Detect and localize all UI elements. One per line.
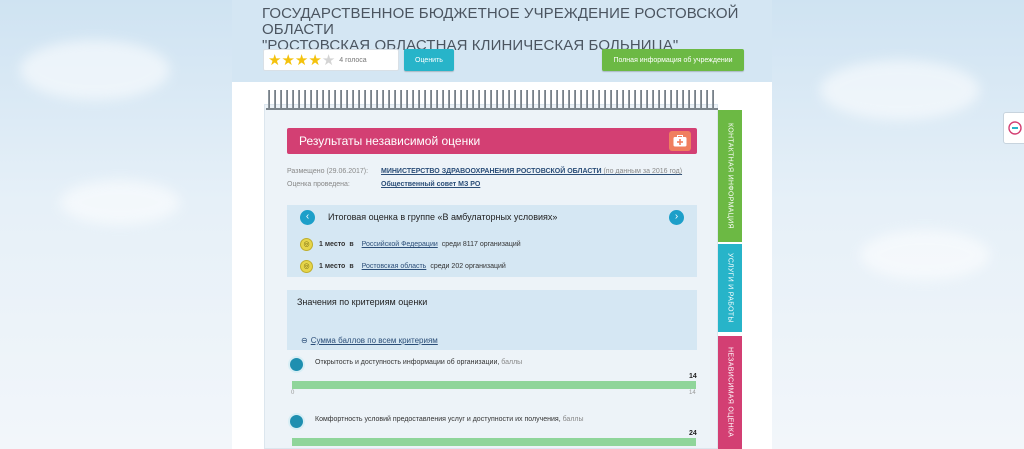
conducted-org-link[interactable]: Общественный совет МЗ РО <box>381 181 480 188</box>
collapse-toggle-icon[interactable]: ⊖ <box>301 336 308 345</box>
rank-region-link[interactable]: Ростовская область <box>362 263 427 270</box>
feedback-badge-icon[interactable] <box>1003 112 1024 144</box>
rank-count: 202 организаций <box>451 263 506 270</box>
cloud-decoration <box>860 230 990 280</box>
sum-criteria-label[interactable]: Сумма баллов по всем критериям <box>311 336 438 345</box>
tab-independent-rating[interactable]: Независимая оценка <box>718 336 742 449</box>
rank-region-link[interactable]: Российской Федерации <box>362 241 438 248</box>
tab-label[interactable]: Услуги и работы <box>727 253 734 323</box>
criterion-unit: баллы <box>562 416 584 423</box>
cloud-decoration <box>60 180 180 225</box>
criterion-value: 14 <box>689 373 697 380</box>
rank-count: 8117 организаций <box>462 241 521 248</box>
spiral-binding <box>266 90 718 110</box>
prev-arrow-button[interactable]: ‹ <box>300 210 315 225</box>
rank-among: среди <box>441 241 461 248</box>
tab-contact-info[interactable]: Контактная информация <box>718 110 742 242</box>
group-title: Итоговая оценка в группе «В амбулаторных… <box>328 212 558 222</box>
criterion-unit: баллы <box>501 359 523 366</box>
votes-count: 4 голоса <box>339 56 367 64</box>
criterion-bar-fill <box>292 381 696 389</box>
criterion-name: Открытость и доступность информации об о… <box>315 359 498 366</box>
posted-label: Размещено (29.06.2017): <box>287 168 369 175</box>
bar-min-label: 0 <box>291 390 295 396</box>
star-icon[interactable]: ★ <box>281 53 294 68</box>
criteria-title: Значения по критериям оценки <box>297 297 428 307</box>
cloud-decoration <box>820 60 980 120</box>
bar-max-label: 14 <box>689 390 696 396</box>
region-map-icon: ◎ <box>300 260 313 273</box>
rank-place: 1 место <box>319 241 346 248</box>
rank-row: ◎ 1 место в Ростовская область среди 202… <box>300 260 506 273</box>
rank-prep: в <box>349 241 354 248</box>
criterion-bar <box>292 381 696 389</box>
first-aid-kit-icon <box>669 131 691 151</box>
rank-row: ◎ 1 место в Российской Федерации среди 8… <box>300 238 521 251</box>
section-header: Результаты независимой оценки <box>287 128 697 154</box>
organization-title: ГОСУДАРСТВЕННОЕ БЮДЖЕТНОЕ УЧРЕЖДЕНИЕ РОС… <box>262 6 762 54</box>
info-monitor-icon <box>288 356 305 373</box>
criterion-value: 24 <box>689 430 697 437</box>
posted-org-link[interactable]: МИНИСТЕРСТВО ЗДРАВООХРАНЕНИЯ РОСТОВСКОЙ … <box>381 168 682 175</box>
star-icon[interactable]: ★ <box>295 53 308 68</box>
rank-place: 1 место <box>319 263 346 270</box>
sum-criteria-link[interactable]: ⊖ Сумма баллов по всем критериям <box>301 336 438 345</box>
next-arrow-button[interactable]: › <box>669 210 684 225</box>
tab-services[interactable]: Услуги и работы <box>718 244 742 332</box>
conducted-label: Оценка проведена: <box>287 181 350 188</box>
posted-note: (по данным за 2016 год) <box>603 168 683 175</box>
conducted-row: Оценка проведена: Общественный совет МЗ … <box>287 181 480 188</box>
section-title: Результаты независимой оценки <box>299 134 481 148</box>
posted-org-name[interactable]: МИНИСТЕРСТВО ЗДРАВООХРАНЕНИЯ РОСТОВСКОЙ … <box>381 168 602 175</box>
criterion-bar <box>292 438 696 446</box>
criterion-label: Открытость и доступность информации об о… <box>315 359 523 366</box>
star-icon[interactable]: ★ <box>322 53 335 68</box>
full-info-button[interactable]: Полная информация об учреждении <box>602 49 744 71</box>
rank-prep: в <box>349 263 354 270</box>
criterion-name: Комфортность условий предоставления услу… <box>315 416 559 423</box>
comfort-cup-icon <box>288 413 305 430</box>
rating-widget[interactable]: ★ ★ ★ ★ ★ 4 голоса <box>263 49 399 71</box>
rate-button[interactable]: Оценить <box>404 49 454 71</box>
rank-among: среди <box>430 263 450 270</box>
criterion-bar-fill <box>292 438 696 446</box>
cloud-decoration <box>20 40 170 100</box>
globe-icon: ◎ <box>300 238 313 251</box>
tab-label[interactable]: Независимая оценка <box>727 347 734 437</box>
criterion-label: Комфортность условий предоставления услу… <box>315 416 584 423</box>
posted-row: Размещено (29.06.2017): МИНИСТЕРСТВО ЗДР… <box>287 168 682 175</box>
star-icon[interactable]: ★ <box>268 53 281 68</box>
tab-label[interactable]: Контактная информация <box>727 123 734 229</box>
star-icon[interactable]: ★ <box>308 53 321 68</box>
title-line-1: ГОСУДАРСТВЕННОЕ БЮДЖЕТНОЕ УЧРЕЖДЕНИЕ РОС… <box>262 5 739 38</box>
